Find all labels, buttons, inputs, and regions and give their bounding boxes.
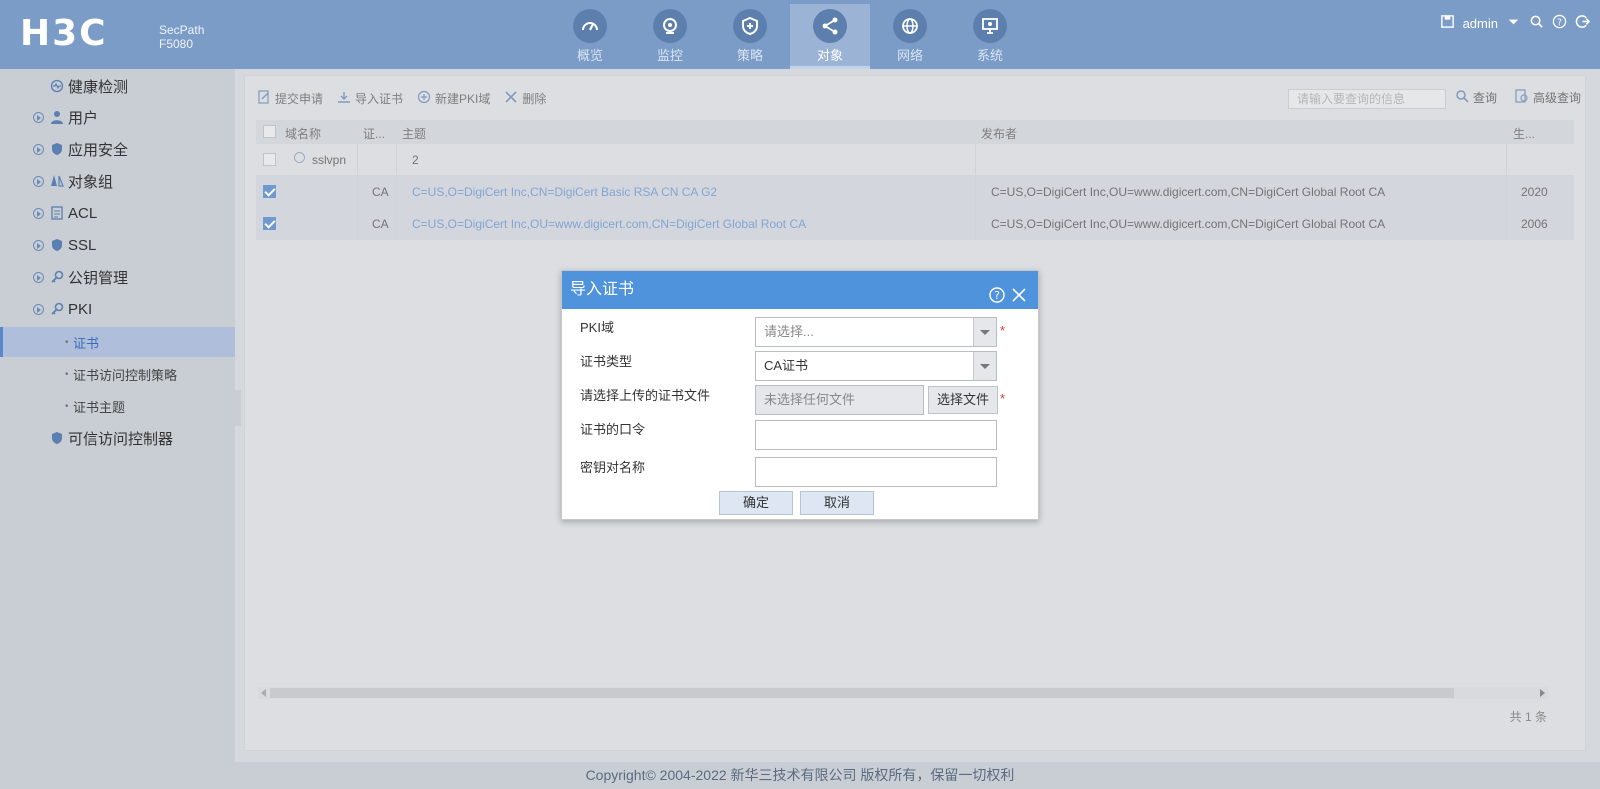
shapes-icon	[50, 174, 64, 188]
expand-icon[interactable]	[33, 239, 44, 251]
monitor-gear-icon	[973, 9, 1007, 43]
sidebar-item-pki[interactable]: PKI	[0, 294, 235, 324]
cert-type-label: 证书类型	[580, 354, 633, 369]
sidebar-item-public-key[interactable]: 公钥管理	[0, 262, 235, 292]
nav-policy[interactable]: 策略	[710, 4, 790, 69]
cert-password-input[interactable]	[755, 420, 997, 450]
help-icon[interactable]: ?	[988, 281, 1006, 319]
search-icon[interactable]	[1529, 14, 1544, 32]
product-name: SecPath F5080	[159, 23, 205, 51]
choose-file-button[interactable]: 选择文件	[928, 386, 998, 414]
expand-icon[interactable]	[33, 271, 44, 283]
save-icon[interactable]	[1440, 14, 1455, 32]
sidebar-item-object-group[interactable]: 对象组	[0, 166, 235, 196]
top-header: H3C SecPath F5080 概览 监控 策略 对象 网络 系统 admi…	[0, 0, 1600, 69]
required-mark: *	[1000, 323, 1006, 338]
globe-icon	[893, 9, 927, 43]
sidebar: 健康检测 用户 应用安全 对象组 ACL SSL 公钥管理 PKI • 证书 •…	[0, 69, 235, 761]
camera-icon	[653, 9, 687, 43]
import-cert-dialog: 导入证书 ? PKI域 请选择... * 证书类型 CA证书 请选择上传的证书文…	[561, 270, 1039, 520]
sidebar-item-cert-subject[interactable]: • 证书主题	[0, 391, 235, 421]
cert-file-label: 请选择上传的证书文件	[580, 388, 711, 403]
expand-icon[interactable]	[33, 143, 44, 155]
gauge-icon	[573, 9, 607, 43]
sidebar-item-cert-access-policy[interactable]: • 证书访问控制策略	[0, 359, 235, 389]
cert-password-label: 证书的口令	[580, 422, 646, 437]
chevron-down-icon[interactable]	[1506, 14, 1521, 32]
shield-lock-icon	[50, 238, 64, 252]
required-mark: *	[1000, 391, 1006, 406]
expand-icon[interactable]	[33, 111, 44, 123]
shield-icon	[50, 431, 64, 445]
expand-icon[interactable]	[33, 175, 44, 187]
sidebar-item-user[interactable]: 用户	[0, 102, 235, 132]
nav-object[interactable]: 对象	[790, 4, 870, 69]
close-icon[interactable]	[1010, 281, 1028, 319]
sidebar-item-certificate[interactable]: • 证书	[0, 327, 235, 357]
sidebar-item-trusted-access[interactable]: 可信访问控制器	[0, 423, 235, 453]
chevron-down-icon	[980, 364, 990, 369]
document-icon	[50, 206, 64, 220]
nav-network[interactable]: 网络	[870, 4, 950, 69]
shield-plus-icon	[733, 9, 767, 43]
header-tools: admin ?	[1440, 14, 1591, 32]
dialog-title-bar: 导入证书 ?	[562, 271, 1038, 309]
keypair-name-label: 密钥对名称	[580, 460, 646, 475]
ok-button[interactable]: 确定	[719, 491, 793, 515]
sidebar-item-acl[interactable]: ACL	[0, 198, 235, 228]
cancel-button[interactable]: 取消	[800, 491, 874, 515]
main-nav: 概览 监控 策略 对象 网络 系统	[550, 4, 1030, 69]
expand-icon[interactable]	[33, 207, 44, 219]
heartbeat-icon	[50, 79, 64, 93]
logout-icon[interactable]	[1575, 14, 1591, 32]
expand-icon[interactable]	[33, 303, 44, 315]
sidebar-item-ssl[interactable]: SSL	[0, 230, 235, 260]
nav-system[interactable]: 系统	[950, 4, 1030, 69]
keypair-name-input[interactable]	[755, 457, 997, 487]
nav-monitor[interactable]: 监控	[630, 4, 710, 69]
footer-copyright: Copyright© 2004-2022 新华三技术有限公司 版权所有，保留一切…	[0, 762, 1600, 789]
share-icon	[813, 9, 847, 43]
sidebar-item-app-security[interactable]: 应用安全	[0, 134, 235, 164]
user-icon	[50, 110, 64, 124]
shield-icon	[50, 142, 64, 156]
svg-text:?: ?	[994, 289, 1000, 302]
key-icon	[50, 302, 64, 316]
cert-file-field[interactable]: 未选择任何文件	[755, 385, 924, 415]
key-icon	[50, 270, 64, 284]
sidebar-item-health-check[interactable]: 健康检测	[0, 71, 235, 101]
pki-domain-select[interactable]: 请选择...	[755, 317, 997, 347]
pki-domain-label: PKI域	[580, 320, 614, 335]
h3c-logo: H3C	[20, 13, 108, 54]
help-icon[interactable]: ?	[1552, 14, 1567, 32]
user-menu[interactable]: admin	[1463, 16, 1498, 31]
svg-text:?: ?	[1557, 17, 1562, 28]
nav-overview[interactable]: 概览	[550, 4, 630, 69]
cert-type-select[interactable]: CA证书	[755, 351, 997, 381]
chevron-down-icon	[980, 330, 990, 335]
